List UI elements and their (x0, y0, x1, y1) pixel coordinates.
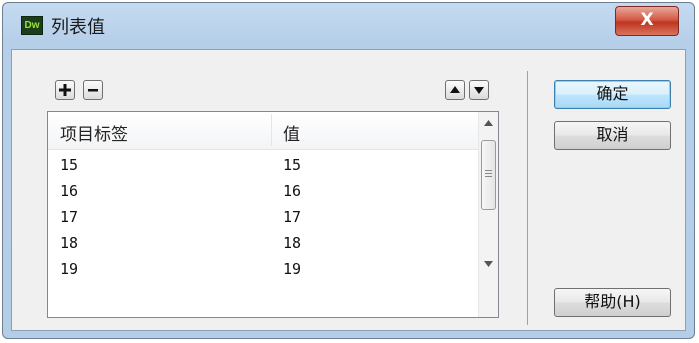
row-value: 18 (283, 234, 302, 252)
column-header-item-label[interactable]: 项目标签 (60, 120, 128, 145)
triangle-up-icon (450, 86, 460, 93)
table-row[interactable]: 19 19 (48, 256, 478, 282)
row-label: 18 (60, 234, 79, 252)
table-row[interactable]: 17 17 (48, 204, 478, 230)
row-value: 17 (283, 208, 302, 226)
plus-icon (59, 84, 71, 96)
grip-icon (485, 170, 492, 177)
move-up-button[interactable] (445, 80, 465, 100)
row-label: 15 (60, 156, 79, 174)
list-header: 项目标签 值 (48, 112, 478, 150)
help-button[interactable]: 帮助(H) (554, 288, 671, 317)
table-row[interactable]: 16 16 (48, 178, 478, 204)
close-button[interactable]: X (615, 6, 679, 36)
vertical-scrollbar[interactable] (478, 112, 498, 317)
triangle-down-icon (474, 87, 484, 94)
move-down-button[interactable] (469, 80, 489, 100)
column-divider[interactable] (271, 114, 272, 146)
list-values-dialog: Dw 列表值 X 项目标签 值 15 15 16 16 17 17 18 18 … (2, 2, 695, 339)
vertical-divider (527, 71, 528, 325)
row-value: 16 (283, 182, 302, 200)
minus-icon (88, 89, 98, 92)
title-bar[interactable]: Dw 列表值 X (3, 3, 694, 45)
row-value: 19 (283, 260, 302, 278)
dreamweaver-app-icon: Dw (21, 16, 43, 35)
cancel-button[interactable]: 取消 (554, 121, 671, 150)
column-header-value[interactable]: 值 (283, 120, 300, 145)
ok-button[interactable]: 确定 (554, 80, 671, 109)
list-values-listview[interactable]: 项目标签 值 15 15 16 16 17 17 18 18 19 19 (47, 111, 499, 318)
scroll-down-arrow-icon[interactable] (484, 261, 493, 267)
add-item-button[interactable] (55, 80, 75, 100)
row-label: 19 (60, 260, 79, 278)
window-title: 列表值 (51, 17, 105, 38)
table-row[interactable]: 15 15 (48, 152, 478, 178)
table-row[interactable]: 18 18 (48, 230, 478, 256)
remove-item-button[interactable] (83, 80, 103, 100)
scrollbar-thumb[interactable] (481, 140, 496, 210)
scroll-up-arrow-icon[interactable] (484, 120, 493, 126)
row-label: 16 (60, 182, 79, 200)
row-value: 15 (283, 156, 302, 174)
row-label: 17 (60, 208, 79, 226)
